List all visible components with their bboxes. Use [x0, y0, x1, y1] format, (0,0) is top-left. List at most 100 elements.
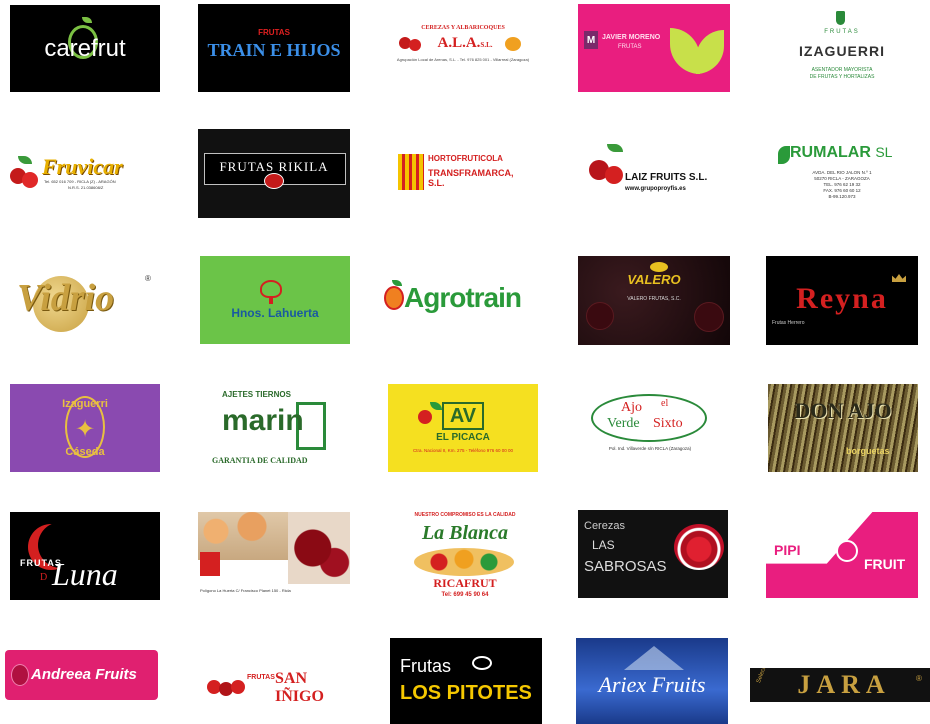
blanca-top: NUESTRO COMPROMISO ES LA CALIDAD	[414, 512, 516, 518]
bee-icon	[650, 262, 668, 272]
train-name: TRAIN E HIJOS	[207, 40, 341, 60]
casedas-bottom: Cáseda	[65, 446, 105, 458]
train-top: FRUTAS	[258, 28, 290, 37]
rumalar-logo[interactable]: RUMALAR SL AVDA. DEL RIO JALON N.º 1 502…	[772, 138, 912, 214]
saninigo-logo[interactable]: FRUTAS SAN IÑIGO	[205, 666, 353, 706]
lips-cherry-icon	[674, 524, 724, 570]
rumalar-cif: B-99.120.973	[828, 194, 856, 199]
pipi-a: PIPI	[774, 542, 801, 558]
rikila-logo[interactable]: FRUTAS RIKILA	[198, 129, 350, 218]
cherry-icon	[694, 302, 724, 332]
tree-trunk-icon	[269, 296, 273, 304]
picaca-logo[interactable]: AV EL PICACA Ctra. Nacional II, Km. 275 …	[388, 384, 538, 472]
ala-small: Agrupación Local de Arenas, S.L. - Tel. …	[396, 57, 530, 62]
andreea-name: Andreea Fruits	[31, 666, 137, 683]
apple-icon	[384, 286, 404, 310]
transframarca-name: TRANSFRAMARCA, S.L.	[428, 168, 514, 188]
javier-moreno-logo[interactable]: M JAVIER MORENO FRUTAS	[578, 4, 730, 92]
valero-logo[interactable]: VALERO VALERO FRUTAS, S.C.	[578, 256, 730, 345]
izaguerri-logo[interactable]: FRUTAS IZAGUERRI ASENTADOR MAYORISTA DE …	[772, 5, 912, 92]
leaf-icon	[696, 30, 724, 74]
fruvicar-name: Fruvicar	[42, 154, 123, 179]
casedas-top: Izaguerri	[62, 398, 108, 410]
andreea-logo[interactable]: Andreea Fruits	[5, 650, 158, 700]
agrotrain-logo[interactable]: Agrotrain	[382, 278, 544, 324]
lahuerta-logo[interactable]: Hnos. Lahuerta	[200, 256, 350, 344]
ajo-verde-logo[interactable]: Ajo el Verde Sixto Pol. Ind. Villaverde …	[585, 392, 715, 466]
ariex-name: Ariex Fruits	[598, 672, 706, 697]
valero-name: VALERO	[627, 272, 681, 287]
laiz-logo[interactable]: LAIZ FRUITS S.L. www.grupoproyfis.es	[585, 140, 725, 200]
train-logo[interactable]: FRUTAS TRAIN E HIJOS	[198, 4, 350, 92]
picaca-name: EL PICACA	[436, 432, 490, 443]
fruit-outline-icon	[472, 656, 492, 670]
cherries-photo-icon	[288, 512, 350, 584]
carefrut-logo[interactable]: carefrut	[10, 5, 160, 92]
jara-logo[interactable]: Selección JARA ®	[750, 668, 930, 702]
leaf-icon	[82, 17, 92, 23]
luna-logo[interactable]: FRUTAS D Luna	[10, 512, 160, 600]
av-monogram-icon: AV	[442, 402, 484, 430]
leaf-icon	[18, 156, 32, 164]
javier-name: JAVIER MORENO	[602, 34, 661, 41]
photo-small: Polígono La Huerta C/ Francisco Planet 1…	[200, 588, 291, 593]
sabrosas-l1: LAS	[592, 538, 615, 552]
reyna-logo[interactable]: Reyna Frutas Herrero	[766, 256, 918, 345]
luna-mid: D	[40, 572, 48, 583]
fruvicar-small: Tel. 652 016 709 - RICLA (Z) - ARAGÓN	[44, 179, 116, 184]
blanca-sub: RICAFRUT	[433, 576, 497, 590]
sabrosas-logo[interactable]: Cerezas LAS SABROSAS	[578, 510, 728, 598]
rumalar-suffix: SL	[875, 144, 893, 160]
pitotes-logo[interactable]: Frutas LOS PITOTES	[390, 638, 542, 724]
photo-card-logo[interactable]: Polígono La Huerta C/ Francisco Planet 1…	[198, 512, 350, 600]
sabrosas-l2: SABROSAS	[584, 558, 667, 575]
jara-mark: ®	[916, 674, 922, 683]
donajo-logo[interactable]: DON AJO borguetas	[768, 384, 918, 472]
ajo-l3: Verde	[607, 416, 640, 431]
lahuerta-name: Hnos. Lahuerta	[231, 306, 319, 320]
picaca-small: Ctra. Nacional II, Km. 275 - Teléfono 97…	[413, 448, 513, 453]
marin-logo[interactable]: AJETES TIERNOS marin GARANTIA DE CALIDAD	[200, 388, 348, 470]
luna-name: Luna	[52, 556, 118, 592]
ala-logo[interactable]: CEREZAS Y ALBARICOQUES A.L.A.S.L. Agrupa…	[393, 25, 533, 70]
apple-icon	[836, 540, 858, 562]
blanca-logo[interactable]: NUESTRO COMPROMISO ES LA CALIDAD La Blan…	[400, 510, 530, 602]
jara-pre: Selección	[756, 668, 771, 685]
agrotrain-name: Agrotrain	[404, 282, 522, 313]
vidrio-logo[interactable]: Vidrio ®	[15, 268, 157, 336]
cherry-icon	[418, 410, 432, 424]
donajo-name: DON AJO	[794, 398, 892, 423]
donajo-sub: borguetas	[846, 446, 890, 456]
flag-stripes-icon	[398, 154, 424, 190]
transframarca-logo[interactable]: HORTOFRUTICOLA TRANSFRAMARCA, S.L.	[398, 150, 528, 192]
laiz-name: LAIZ FRUITS S.L.	[625, 172, 708, 183]
blanca-tel: Tel: 699 45 90 64	[441, 592, 489, 598]
izaguerri-casedas-logo[interactable]: Izaguerri ✦ Cáseda	[10, 384, 160, 472]
marin-top: AJETES TIERNOS	[222, 390, 291, 399]
izaguerri-top: FRUTAS	[824, 29, 860, 35]
rumalar-name: RUMALAR	[790, 144, 871, 161]
ala-suffix: S.L.	[480, 41, 493, 49]
transframarca-top: HORTOFRUTICOLA	[428, 154, 503, 163]
crown-icon	[892, 274, 906, 282]
blanca-name: La Blanca	[421, 522, 509, 544]
leaf-icon	[430, 402, 442, 410]
m-badge-icon: M	[584, 31, 598, 49]
logo-square-icon	[200, 552, 220, 576]
fruvicar-small2: N.R.S. 21.038608/Z	[68, 185, 104, 190]
carefrut-name: carefrut	[44, 34, 126, 62]
pipi-fruit-logo[interactable]: PIPI FRUIT	[766, 512, 918, 598]
fruvicar-logo[interactable]: Fruvicar Tel. 652 016 709 - RICLA (Z) - …	[8, 150, 160, 195]
marin-name: marin	[222, 404, 304, 437]
marin-bottom: GARANTIA DE CALIDAD	[212, 456, 308, 465]
shield-icon	[836, 11, 845, 25]
ariex-logo[interactable]: Ariex Fruits	[576, 638, 728, 724]
saninigo-name: SAN IÑIGO	[275, 670, 324, 705]
cherry-icon	[605, 166, 623, 184]
ala-top: CEREZAS Y ALBARICOQUES	[421, 25, 505, 31]
pitotes-name: LOS PITOTES	[400, 682, 532, 704]
cherry-icon	[22, 172, 38, 188]
leaf-icon	[607, 144, 623, 152]
jara-name: JARA	[797, 670, 891, 699]
vidrio-mark: ®	[145, 274, 151, 283]
